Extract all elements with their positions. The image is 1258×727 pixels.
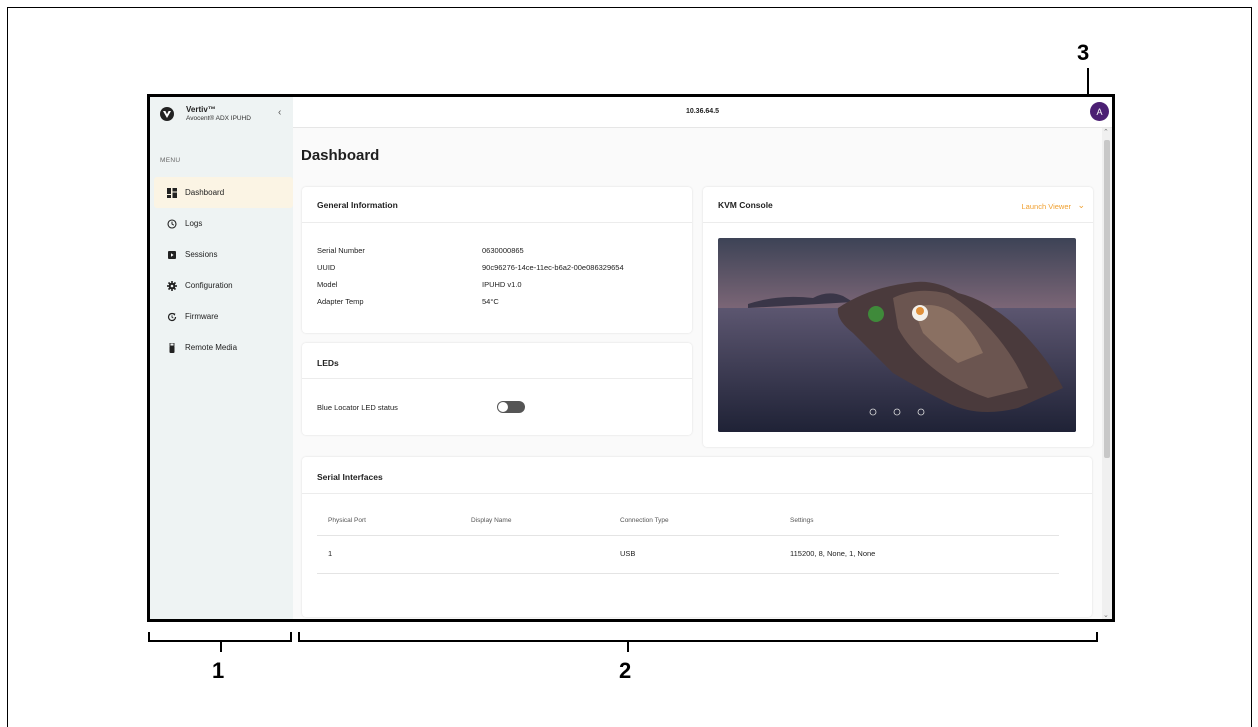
- card-title: General Information: [317, 200, 398, 210]
- card-title: Serial Interfaces: [317, 472, 383, 482]
- divider: [302, 222, 692, 223]
- blue-locator-label: Blue Locator LED status: [317, 403, 398, 412]
- brand: Vertiv™ Avocent® ADX IPUHD ‹: [160, 105, 285, 127]
- info-label-model: Model: [317, 280, 338, 289]
- menu-label: MENU: [160, 157, 181, 164]
- page-title: Dashboard: [301, 147, 380, 164]
- callout-2: 2: [619, 658, 632, 683]
- toggle-knob: [498, 402, 508, 412]
- callout-2-tick: [627, 640, 629, 652]
- card-title: KVM Console: [718, 200, 773, 210]
- dashboard-icon: [167, 187, 177, 198]
- scroll-down-icon[interactable]: ⌄: [1103, 611, 1109, 619]
- general-information-card: General Information Serial Number 063000…: [302, 187, 692, 333]
- sidebar-item-label: Sessions: [185, 250, 218, 259]
- sidebar: Vertiv™ Avocent® ADX IPUHD ‹ MENU Dashbo…: [150, 97, 294, 619]
- blue-locator-toggle[interactable]: [497, 401, 525, 413]
- launch-viewer-button[interactable]: Launch Viewer: [1022, 202, 1071, 211]
- sidebar-item-sessions[interactable]: Sessions: [154, 239, 293, 270]
- chevron-down-icon[interactable]: ⌄: [1077, 200, 1085, 211]
- column-header-physical-port: Physical Port: [328, 517, 366, 524]
- cell-settings: 115200, 8, None, 1, None: [790, 549, 876, 558]
- cell-physical-port: 1: [328, 549, 333, 558]
- info-value-model: IPUHD v1.0: [482, 280, 522, 289]
- vertiv-logo-icon: [160, 107, 174, 121]
- info-label-serial: Serial Number: [317, 246, 365, 255]
- usb-icon: [167, 342, 177, 353]
- callout-1: 1: [212, 658, 225, 683]
- info-label-uuid: UUID: [317, 263, 336, 272]
- brand-product: Avocent® ADX IPUHD: [186, 115, 251, 122]
- column-header-connection-type: Connection Type: [620, 517, 669, 524]
- callout-2-bracket: [298, 632, 1098, 642]
- sidebar-nav: Dashboard Logs Sessions Configuration Fi…: [154, 177, 293, 363]
- scrollbar[interactable]: ⌃ ⌄: [1102, 128, 1112, 619]
- info-value-uuid: 90c96276-14ce-11ec-b6a2-00e086329654: [482, 263, 624, 272]
- sidebar-item-dashboard[interactable]: Dashboard: [154, 177, 293, 208]
- divider: [703, 222, 1093, 223]
- leds-card: LEDs Blue Locator LED status: [302, 343, 692, 435]
- sidebar-item-label: Dashboard: [185, 188, 225, 197]
- divider: [302, 378, 692, 379]
- callout-3: 3: [1077, 40, 1090, 65]
- kvm-console-card: KVM Console Launch Viewer ⌄: [703, 187, 1093, 447]
- sidebar-item-label: Logs: [185, 219, 203, 228]
- callout-3-leader: [1087, 68, 1089, 94]
- sidebar-item-label: Remote Media: [185, 343, 238, 352]
- column-header-settings: Settings: [790, 517, 814, 524]
- sidebar-item-label: Configuration: [185, 281, 233, 290]
- history-icon: [167, 218, 177, 229]
- sidebar-item-logs[interactable]: Logs: [154, 208, 293, 239]
- cell-connection-type: USB: [620, 549, 636, 558]
- scroll-up-icon[interactable]: ⌃: [1103, 128, 1109, 136]
- sessions-icon: [167, 250, 177, 260]
- ip-address: 10.36.64.5: [685, 108, 720, 115]
- sidebar-item-label: Firmware: [185, 312, 219, 321]
- kvm-preview[interactable]: [718, 238, 1076, 432]
- refresh-icon: [167, 312, 177, 322]
- user-avatar[interactable]: A: [1090, 102, 1109, 121]
- callout-1-tick: [220, 640, 222, 652]
- gear-icon: [167, 280, 177, 291]
- scroll-thumb[interactable]: [1104, 140, 1110, 458]
- info-label-temp: Adapter Temp: [317, 297, 364, 306]
- main-content: Dashboard General Information Serial Num…: [293, 128, 1102, 619]
- card-title: LEDs: [317, 358, 339, 368]
- chevron-left-icon[interactable]: ‹: [278, 107, 281, 118]
- info-value-serial: 0630000865: [482, 246, 524, 255]
- sidebar-item-firmware[interactable]: Firmware: [154, 301, 293, 332]
- info-value-temp: 54°C: [482, 297, 499, 306]
- divider: [302, 493, 1092, 494]
- top-bar: 10.36.64.5 A: [293, 97, 1112, 128]
- table-header-divider: [317, 535, 1059, 536]
- column-header-display-name: Display Name: [471, 517, 512, 524]
- serial-interfaces-card: Serial Interfaces Physical Port Display …: [302, 457, 1092, 617]
- brand-name: Vertiv™: [186, 105, 216, 114]
- sidebar-item-remote-media[interactable]: Remote Media: [154, 332, 293, 363]
- table-row-divider: [317, 573, 1059, 574]
- kvm-preview-image: [718, 238, 1076, 432]
- app-screen: Vertiv™ Avocent® ADX IPUHD ‹ MENU Dashbo…: [147, 94, 1115, 622]
- sidebar-item-configuration[interactable]: Configuration: [154, 270, 293, 301]
